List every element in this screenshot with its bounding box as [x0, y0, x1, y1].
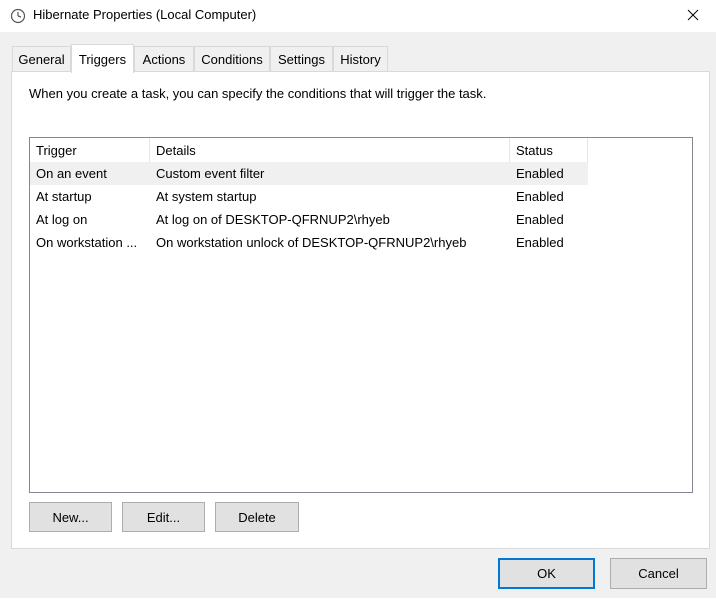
column-header-details[interactable]: Details	[150, 138, 510, 162]
details-cell: Custom event filter	[156, 166, 265, 181]
cancel-button[interactable]: Cancel	[610, 558, 707, 589]
close-icon	[687, 9, 699, 24]
status-cell: Enabled	[516, 166, 564, 181]
status-cell: Enabled	[516, 189, 564, 204]
status-cell: Enabled	[516, 235, 564, 250]
delete-button[interactable]: Delete	[215, 502, 299, 532]
tab-actions[interactable]: Actions	[134, 46, 194, 71]
ok-button[interactable]: OK	[498, 558, 595, 589]
trigger-cell: On an event	[36, 166, 107, 181]
table-row[interactable]: On workstation ... On workstation unlock…	[30, 231, 588, 254]
tab-triggers[interactable]: Triggers	[71, 44, 134, 73]
close-button[interactable]	[670, 0, 716, 32]
details-cell: On workstation unlock of DESKTOP-QFRNUP2…	[156, 235, 467, 250]
column-header-trigger[interactable]: Trigger	[30, 138, 150, 162]
tab-conditions[interactable]: Conditions	[194, 46, 270, 71]
triggers-panel: When you create a task, you can specify …	[11, 71, 710, 549]
table-row[interactable]: On an event Custom event filter Enabled	[30, 162, 588, 185]
panel-description: When you create a task, you can specify …	[29, 86, 487, 101]
edit-button[interactable]: Edit...	[122, 502, 205, 532]
triggers-list[interactable]: Trigger Details Status On an event Custo…	[29, 137, 693, 493]
details-cell: At system startup	[156, 189, 257, 204]
table-row[interactable]: At log on At log on of DESKTOP-QFRNUP2\r…	[30, 208, 588, 231]
table-row[interactable]: At startup At system startup Enabled	[30, 185, 588, 208]
new-button[interactable]: New...	[29, 502, 112, 532]
title-bar: Hibernate Properties (Local Computer)	[0, 0, 716, 32]
window-title: Hibernate Properties (Local Computer)	[33, 7, 257, 22]
trigger-cell: On workstation ...	[36, 235, 138, 250]
details-cell: At log on of DESKTOP-QFRNUP2\rhyeb	[156, 212, 390, 227]
tab-strip: General Triggers Actions Conditions Sett…	[12, 44, 712, 73]
trigger-cell: At log on	[36, 212, 88, 227]
status-cell: Enabled	[516, 212, 564, 227]
tab-settings[interactable]: Settings	[270, 46, 333, 71]
tab-history[interactable]: History	[333, 46, 388, 71]
trigger-cell: At startup	[36, 189, 92, 204]
list-header: Trigger Details Status	[30, 138, 588, 162]
clock-icon	[10, 8, 26, 24]
column-header-status[interactable]: Status	[510, 138, 588, 162]
tab-general[interactable]: General	[12, 46, 71, 71]
